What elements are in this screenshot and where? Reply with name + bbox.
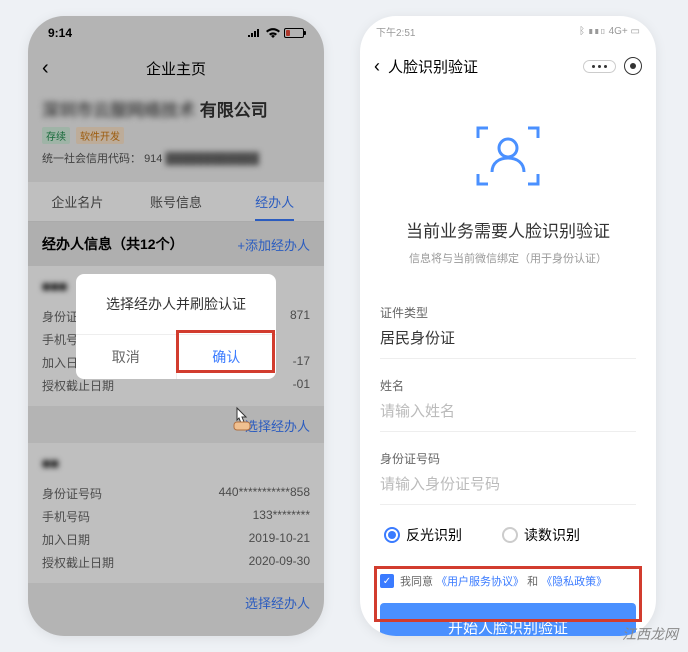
signal-icon: ▮▮▯	[588, 26, 606, 37]
radio-on-icon	[384, 527, 400, 543]
radio-reflective[interactable]: 反光识别	[384, 525, 462, 545]
checkbox-checked-icon[interactable]: ✓	[380, 574, 394, 588]
face-scan-icon	[468, 116, 548, 196]
phone-company-profile: 9:14 ‹ 企业主页 深圳市云服网络技术 有限公司 存续 软件开发 统一社会信…	[28, 16, 324, 636]
name-input[interactable]: 请输入姓名	[380, 400, 636, 432]
idno-input[interactable]: 请输入身份证号码	[380, 473, 636, 505]
cancel-button[interactable]: 取消	[76, 335, 177, 379]
start-verification-button[interactable]: 开始人脸识别验证	[380, 603, 636, 636]
confirm-dialog: 选择经办人并刷脸认证 取消 确认	[76, 274, 276, 379]
face-subheading: 信息将与当前微信绑定（用于身份认证）	[360, 250, 656, 266]
modal-overlay: 选择经办人并刷脸认证 取消 确认	[28, 16, 324, 636]
back-icon[interactable]: ‹	[374, 56, 380, 77]
tos-link[interactable]: 《用户服务协议》	[436, 576, 524, 588]
radio-off-icon	[502, 527, 518, 543]
nav-title: 人脸识别验证	[388, 56, 478, 77]
idno-label: 身份证号码	[380, 450, 636, 467]
status-network: ᛒ ▮▮▯ 4G+ ▭	[579, 26, 640, 37]
phone-face-verification: 下午2:51 ᛒ ▮▮▯ 4G+ ▭ ‹ 人脸识别验证 当前业务需要人脸识别验证…	[360, 16, 656, 636]
face-heading: 当前业务需要人脸识别验证	[360, 217, 656, 242]
close-miniprogram-icon[interactable]	[624, 57, 642, 75]
confirm-button[interactable]: 确认	[177, 335, 277, 379]
recognition-mode-radios: 反光识别 读数识别	[360, 505, 656, 565]
nav-bar: ‹ 人脸识别验证	[360, 46, 656, 86]
name-label: 姓名	[380, 377, 636, 394]
battery-icon: ▭	[631, 26, 640, 37]
bluetooth-icon: ᛒ	[579, 26, 585, 37]
face-scan-illustration: 当前业务需要人脸识别验证 信息将与当前微信绑定（用于身份认证）	[360, 86, 656, 286]
agreement-row[interactable]: ✓ 我同意 《用户服务协议》 和 《隐私政策》	[360, 565, 656, 603]
id-type-value[interactable]: 居民身份证	[380, 327, 636, 359]
pointer-cursor-icon	[228, 404, 256, 432]
status-time: 下午2:51	[376, 24, 415, 39]
status-bar: 下午2:51 ᛒ ▮▮▯ 4G+ ▭	[360, 16, 656, 46]
id-type-label: 证件类型	[380, 304, 636, 321]
more-icon[interactable]	[583, 60, 616, 73]
radio-numeric[interactable]: 读数识别	[502, 525, 580, 545]
dialog-title: 选择经办人并刷脸认证	[76, 274, 276, 334]
watermark: 江西龙网	[622, 624, 678, 644]
privacy-link[interactable]: 《隐私政策》	[541, 576, 607, 588]
